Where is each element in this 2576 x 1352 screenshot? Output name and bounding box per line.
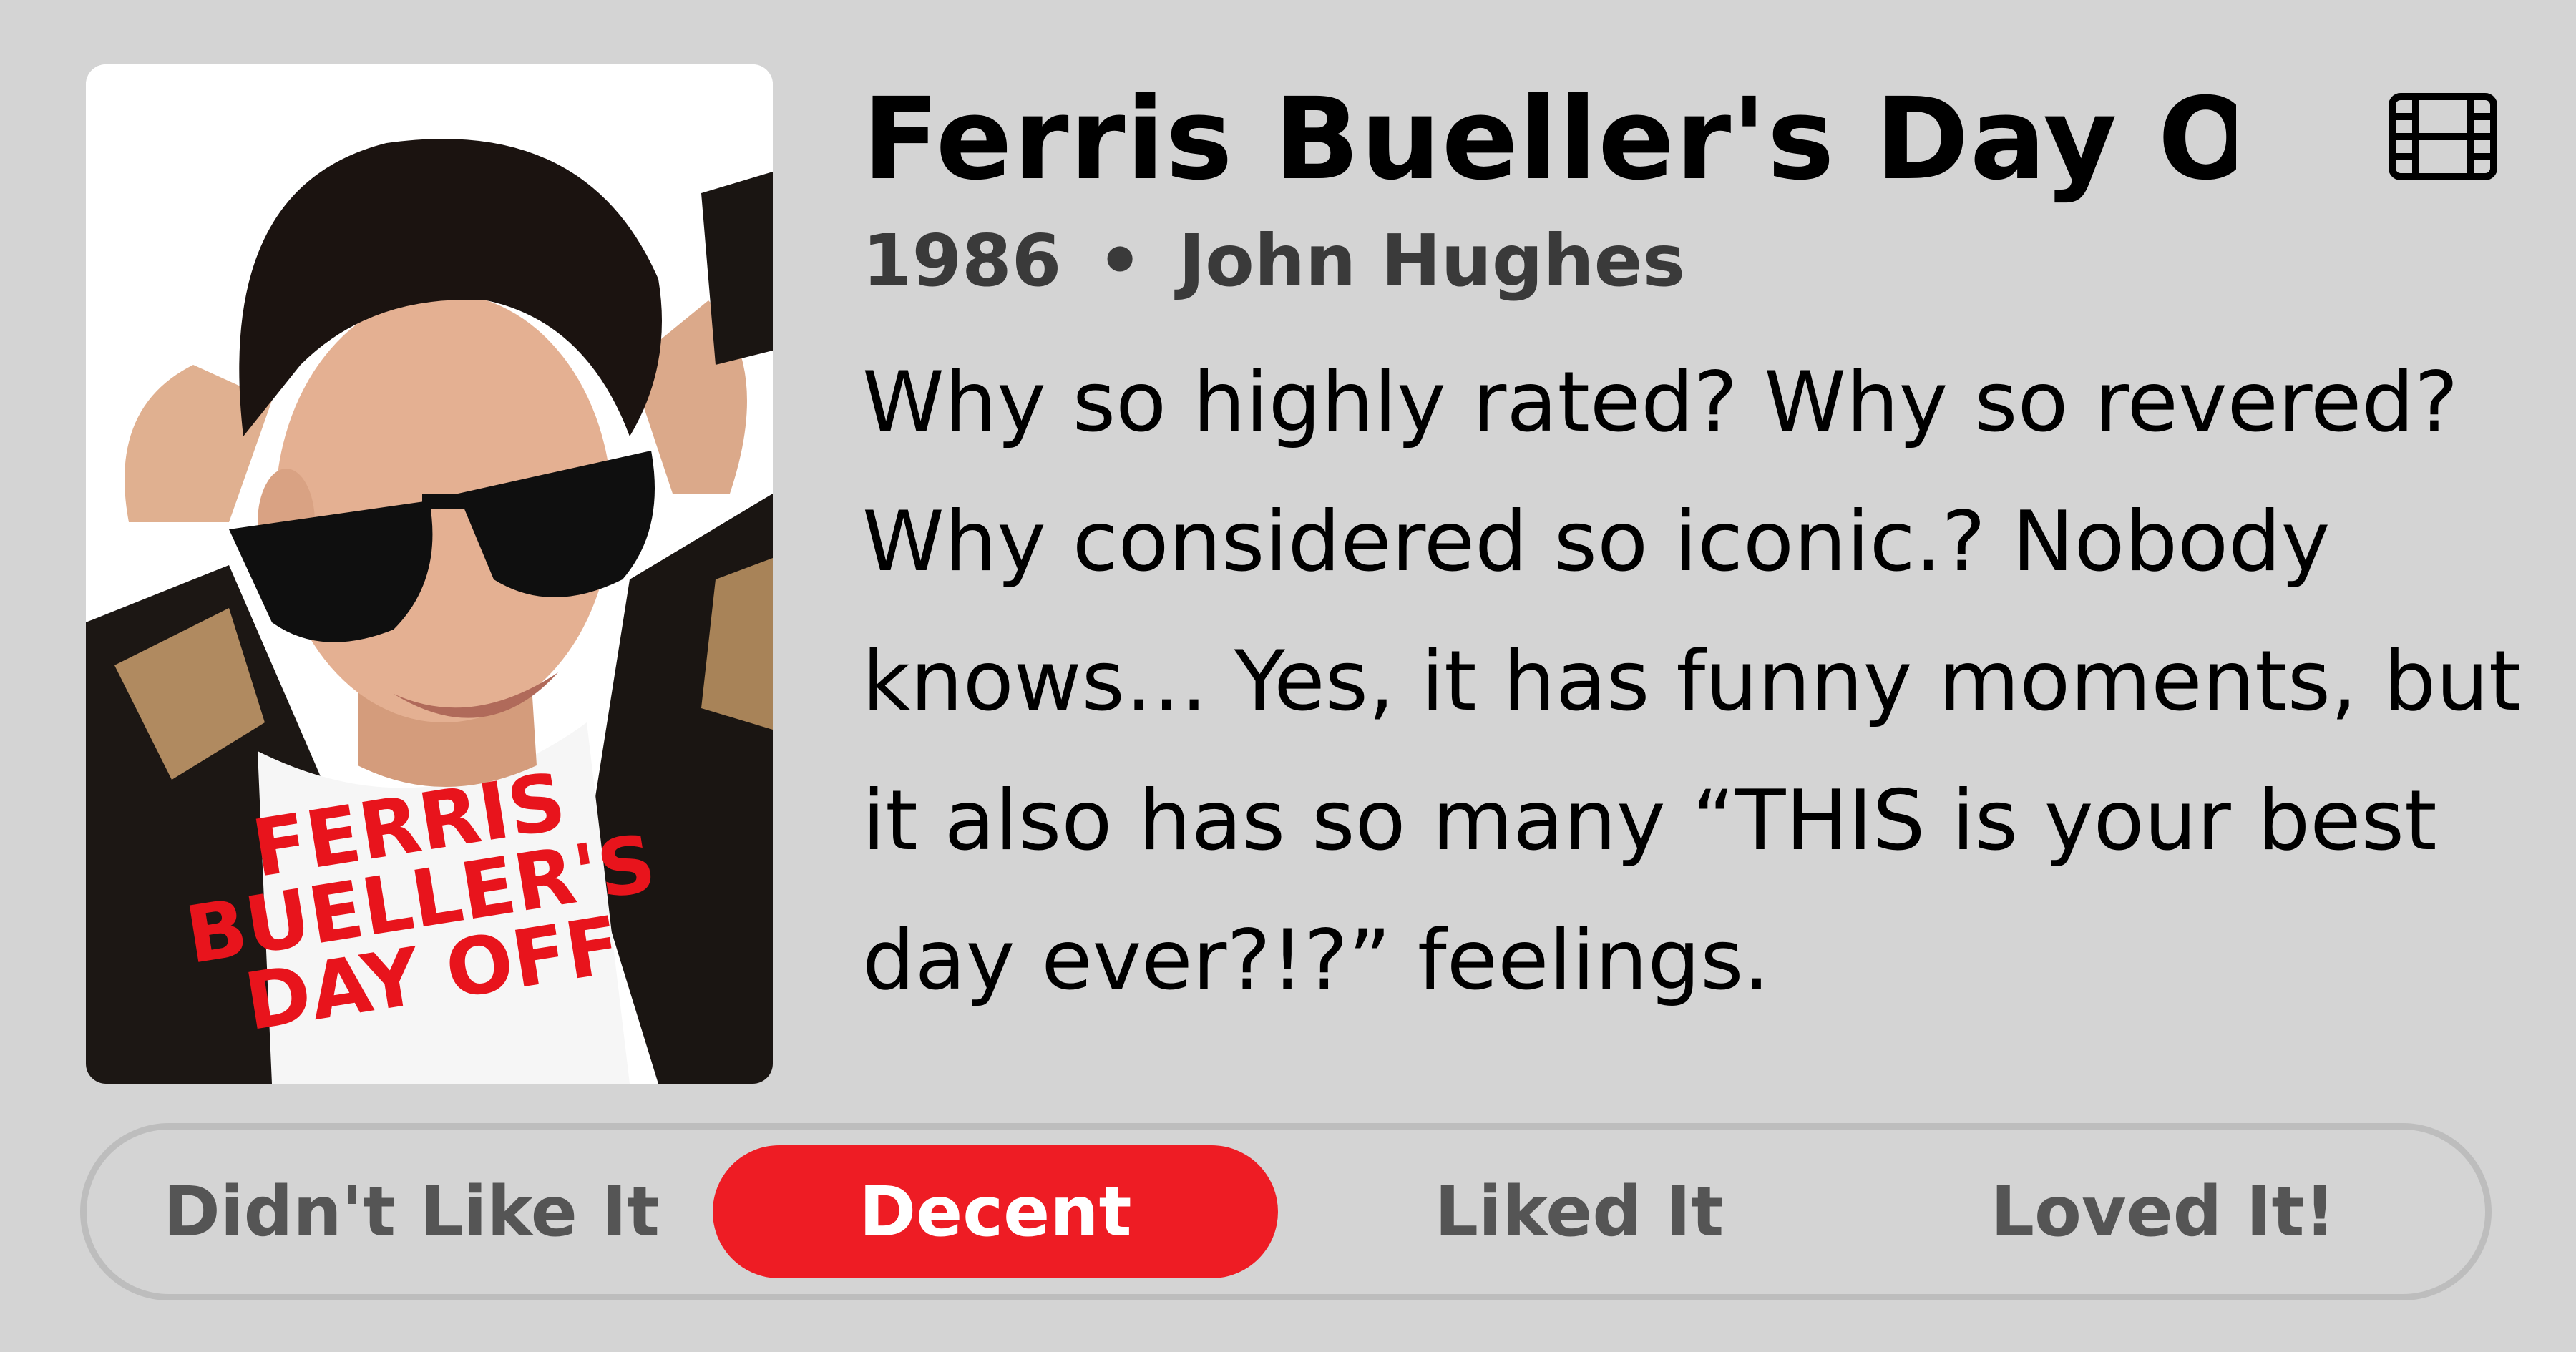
rating-option-liked[interactable]: Liked It (1297, 1145, 1862, 1278)
movie-year: 1986 (862, 219, 1062, 303)
rating-option-didnt-like[interactable]: Didn't Like It (129, 1145, 694, 1278)
review-text: Why so highly rated? Why so revered? Why… (862, 354, 2522, 1009)
rating-option-decent[interactable]: Decent (713, 1145, 1278, 1278)
rating-option-loved[interactable]: Loved It! (1880, 1145, 2446, 1278)
film-icon (2389, 93, 2497, 180)
movie-director: John Hughes (1178, 219, 1686, 303)
meta-separator: • (1097, 219, 1143, 303)
movie-title: Ferris Bueller's Day Of (862, 74, 2236, 205)
movie-meta: 1986 • John Hughes (862, 218, 1685, 304)
movie-poster: FERRIS BUELLER'S DAY OFF (86, 64, 773, 1084)
